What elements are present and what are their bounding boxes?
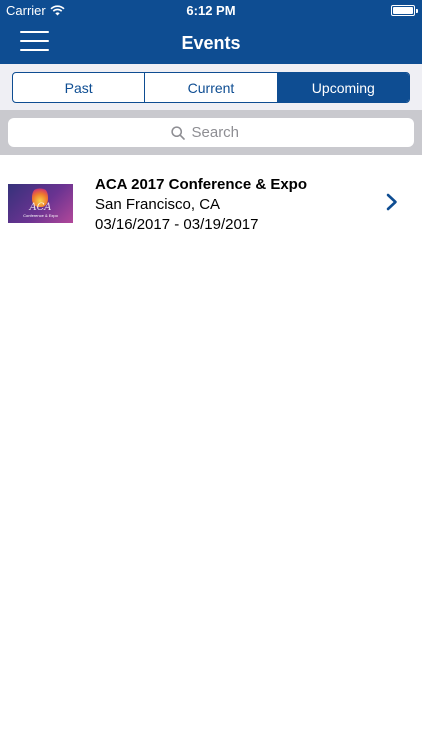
segment-current[interactable]: Current (144, 73, 276, 102)
event-list: ACA Conference & Expo ACA 2017 Conferenc… (0, 155, 422, 251)
navigation-bar: Events (0, 22, 422, 64)
chevron-right-icon[interactable] (386, 193, 398, 211)
battery-fill (393, 7, 413, 14)
event-dates: 03/16/2017 - 03/19/2017 (95, 216, 259, 233)
thumbnail-logo-text: ACA (29, 202, 52, 213)
segment-control-area: Past Current Upcoming (0, 64, 422, 110)
event-location: San Francisco, CA (95, 196, 221, 213)
status-bar: Carrier 6:12 PM (0, 0, 422, 22)
search-input[interactable] (191, 124, 252, 141)
segment-upcoming[interactable]: Upcoming (276, 73, 409, 102)
event-list-item[interactable]: ACA Conference & Expo ACA 2017 Conferenc… (0, 155, 422, 251)
thumbnail-subtext: Conference & Expo (23, 213, 58, 218)
app-header: Carrier 6:12 PM Events (0, 0, 422, 64)
page-title: Events (181, 33, 241, 53)
event-title: ACA 2017 Conference & Expo (95, 176, 308, 193)
battery-icon (391, 5, 418, 16)
event-thumbnail: ACA Conference & Expo (8, 184, 73, 223)
search-icon (170, 125, 185, 140)
event-filter-segmented-control: Past Current Upcoming (12, 72, 410, 103)
search-bar (0, 110, 422, 155)
status-time: 6:12 PM (186, 3, 236, 18)
search-field[interactable] (8, 118, 414, 147)
segment-past[interactable]: Past (13, 73, 144, 102)
